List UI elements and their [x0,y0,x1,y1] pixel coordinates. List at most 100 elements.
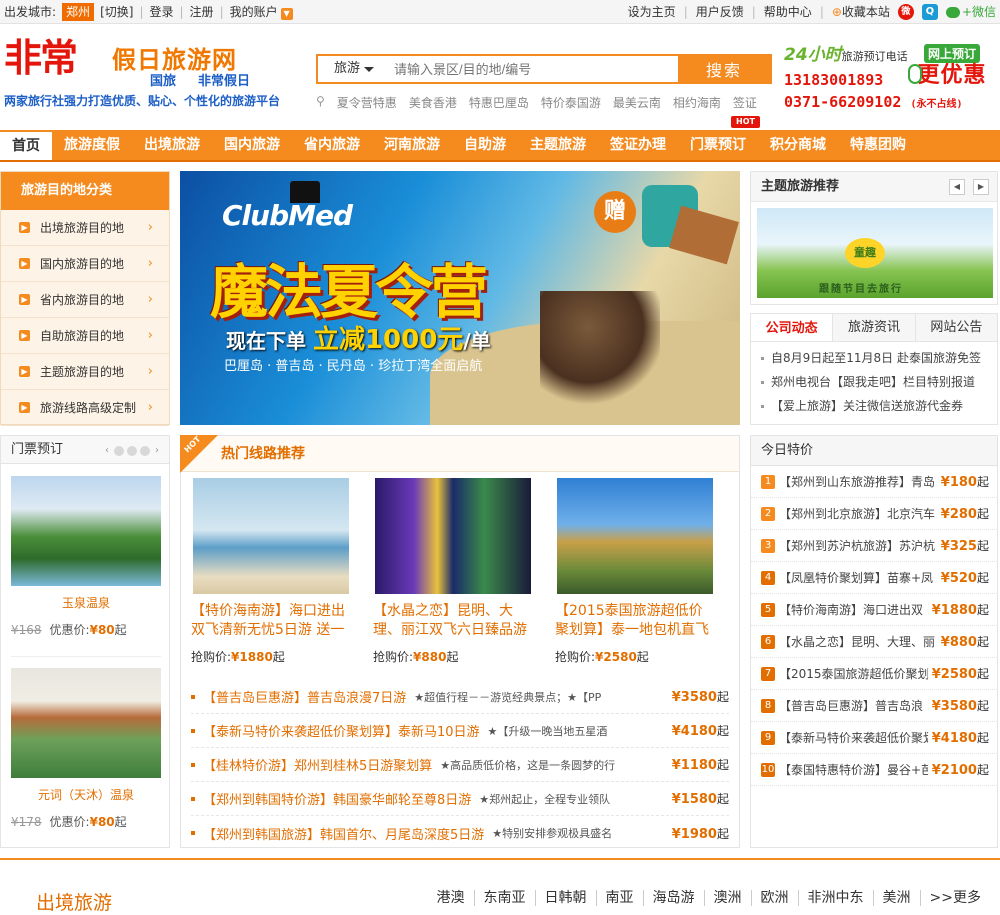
logo-tags: 国旅 非常假日 [150,70,272,89]
next-arrow-icon[interactable]: ▶ [973,179,989,195]
outbound-section-header: 出境旅游 港澳 东南亚 日韩朝 南亚 海岛游 澳洲 欧洲 非洲中东 美洲 >>更多 [0,858,1000,914]
outbound-link[interactable]: 欧洲 [750,890,798,906]
outbound-link[interactable]: 南亚 [595,890,643,906]
route-card[interactable]: 【2015泰国旅游超低价聚划算】泰一地包机直飞七日游 抢购价:¥2580起 [545,478,715,665]
outbound-link[interactable]: 港澳 [428,890,474,906]
today-item[interactable]: 8 【普吉岛巨惠游】普吉岛浪 ¥3580起 [751,690,997,722]
feedback-link[interactable]: 用户反馈 [696,3,744,20]
today-item[interactable]: 9 【泰新马特价来袭超低价聚划 ¥4180起 [751,722,997,754]
news-item[interactable]: 自8月9日起至11月8日 赴泰国旅游免签 [751,346,997,370]
promo-banner[interactable]: ClubMed 魔法夏令营 现在下单 立减1000元/单 巴厘岛 · 普吉岛 ·… [180,171,740,425]
price-unit: 起 [446,650,459,664]
nav-item-domestic[interactable]: 国内旅游 [212,130,292,160]
tab-company-news[interactable]: 公司动态 [751,314,834,341]
today-item[interactable]: 10 【泰国特惠特价游】曼谷+芭 ¥2100起 [751,754,997,786]
login-link[interactable]: 登录 [149,3,173,20]
today-item[interactable]: 4 【凤凰特价聚划算】苗寨+凤 ¥520起 [751,562,997,594]
my-account-link[interactable]: 我的账户 ▼ [230,3,293,20]
register-link[interactable]: 注册 [190,3,214,20]
destination-item[interactable]: ▶ 主题旅游目的地 › [1,354,169,390]
site-logo[interactable]: 非常 假日旅游网 国旅 非常假日 两家旅行社强力打造优质、贴心、个性化的旅游平台 [4,36,304,109]
route-card[interactable]: 【水晶之恋】昆明、大理、丽江双飞六日臻品游 抢购价:¥880起 [363,478,533,665]
outbound-link[interactable]: 美洲 [872,890,920,906]
today-item[interactable]: 7 【2015泰国旅游超低价聚划 ¥2580起 [751,658,997,690]
outbound-link[interactable]: 东南亚 [473,890,535,906]
hot-keyword-link[interactable]: 签证 [733,94,757,111]
theme-image[interactable]: 童趣 跟随节目去旅行 [757,208,993,298]
destination-item[interactable]: ▶ 省内旅游目的地 › [1,282,169,318]
chevron-left-icon[interactable]: ‹ [103,446,111,456]
prev-arrow-icon[interactable]: ◀ [949,179,965,195]
route-card[interactable]: 【特价海南游】海口进出双飞清新无忧5日游 送一晚温 抢购价:¥1880起 [181,478,351,665]
nav-item-henan[interactable]: 河南旅游 [372,130,452,160]
today-item[interactable]: 3 【郑州到苏沪杭旅游】苏沪杭 ¥325起 [751,530,997,562]
hot-keyword-link[interactable]: 相约海南 [673,94,721,111]
nav-item-tickets[interactable]: 门票预订 HOT [678,116,760,160]
destination-item[interactable]: ▶ 旅游线路高级定制 › [1,390,169,426]
today-item[interactable]: 6 【水晶之恋】昆明、大理、丽 ¥880起 [751,626,997,658]
nav-item-visa[interactable]: 签证办理 [598,130,678,160]
destination-item[interactable]: ▶ 国内旅游目的地 › [1,246,169,282]
search-input[interactable] [384,56,678,82]
carousel-dot[interactable] [140,446,150,456]
nav-item-theme[interactable]: 主题旅游 [518,130,598,160]
route-list-item[interactable]: 【郑州到韩国特价游】韩国豪华邮轮至尊8日游 ★郑州起止，全程专业领队 ¥1580起 [191,782,729,816]
outbound-link[interactable]: 海岛游 [642,890,704,906]
theme-caption: 跟随节目去旅行 [819,284,903,295]
online-booking-promo[interactable]: 网上预订 更优惠 [906,44,998,89]
nav-item-group-buy[interactable]: 特惠团购 [838,130,918,160]
current-city[interactable]: 郑州 [62,2,95,21]
news-item[interactable]: 【爱上旅游】关注微信送旅游代金券 [751,394,997,418]
outbound-link[interactable]: >>更多 [919,890,990,906]
route-list-item[interactable]: 【郑州到韩国旅游】韩国首尔、月尾岛深度5日游 ★特别安排参观极具盛名 ¥1980起 [191,816,729,850]
outbound-link[interactable]: 非洲中东 [797,890,873,906]
destination-title: 旅游目的地分类 [1,172,169,210]
theme-title-bar: 主题旅游推荐 ◀ ▶ [751,172,997,202]
hot-keyword-link[interactable]: 夏令营特惠 [337,94,397,111]
tab-announcements[interactable]: 网站公告 [916,314,997,341]
ticket-card[interactable]: 元词（天沐）温泉 ¥178 优惠价:¥80起 [11,668,161,830]
wechat-icon [945,7,960,18]
bookmark-link[interactable]: ⊕收藏本站 [832,3,890,20]
nav-item-home[interactable]: 首页 [0,130,52,160]
nav-item-self-guided[interactable]: 自助游 [452,130,518,160]
outbound-link[interactable]: 澳洲 [703,890,751,906]
nav-item-points-mall[interactable]: 积分商城 [758,130,838,160]
news-item[interactable]: 郑州电视台【跟我走吧】栏目特别报道 [751,370,997,394]
nav-item-vacation[interactable]: 旅游度假 [52,130,132,160]
set-homepage-link[interactable]: 设为主页 [628,3,676,20]
search-category-select[interactable]: 旅游 [318,56,384,82]
carousel-dot[interactable] [127,446,137,456]
weibo-icon[interactable]: 微 [897,3,914,20]
book-image [669,205,739,265]
hot-keyword-link[interactable]: 特惠巴厘岛 [469,94,529,111]
ticket-card[interactable]: 玉泉温泉 ¥168 优惠价:¥80起 [11,476,161,638]
chevron-right-icon[interactable]: › [153,446,161,456]
today-item[interactable]: 1 【郑州到山东旅游推荐】青岛 ¥180起 [751,466,997,498]
destination-item[interactable]: ▶ 出境旅游目的地 › [1,210,169,246]
carousel-dot[interactable] [114,446,124,456]
search-icon: ⚲ [316,94,325,108]
today-item[interactable]: 2 【郑州到北京旅游】北京汽车 ¥280起 [751,498,997,530]
switch-city-link[interactable]: [切换] [100,3,133,20]
route-list-item[interactable]: 【桂林特价游】郑州到桂林5日游聚划算 ★高品质低价格，这是一条圆梦的行 ¥1180起 [191,748,729,782]
hot-keyword-link[interactable]: 美食香港 [409,94,457,111]
rank-badge: 10 [761,762,775,777]
nav-item-outbound[interactable]: 出境旅游 [132,130,212,160]
search-button[interactable]: 搜索 [678,56,770,82]
route-list-item[interactable]: 【泰新马特价来袭超低价聚划算】泰新马10日游 ★【升级一晚当地五星酒 ¥4180起 [191,714,729,748]
tab-travel-info[interactable]: 旅游资讯 [833,314,916,341]
divider: | [139,4,144,19]
today-item[interactable]: 5 【特价海南游】海口进出双 ¥1880起 [751,594,997,626]
nav-item-province[interactable]: 省内旅游 [292,130,372,160]
outbound-link[interactable]: 日韩朝 [534,890,596,906]
tencent-weibo-icon[interactable]: Q [921,3,938,20]
divider: | [751,4,756,19]
destination-item[interactable]: ▶ 自助旅游目的地 › [1,318,169,354]
wechat-link[interactable]: +微信 [945,3,996,20]
hot-keyword-link[interactable]: 最美云南 [613,94,661,111]
hot-keyword-link[interactable]: 特价泰国游 [541,94,601,111]
route-list-item[interactable]: 【普吉岛巨惠游】普吉岛浪漫7日游 ★超值行程－－游览经典景点；★【PP ¥3580起 [191,680,729,714]
help-center-link[interactable]: 帮助中心 [764,3,812,20]
route-list-price: ¥1980起 [672,825,729,842]
